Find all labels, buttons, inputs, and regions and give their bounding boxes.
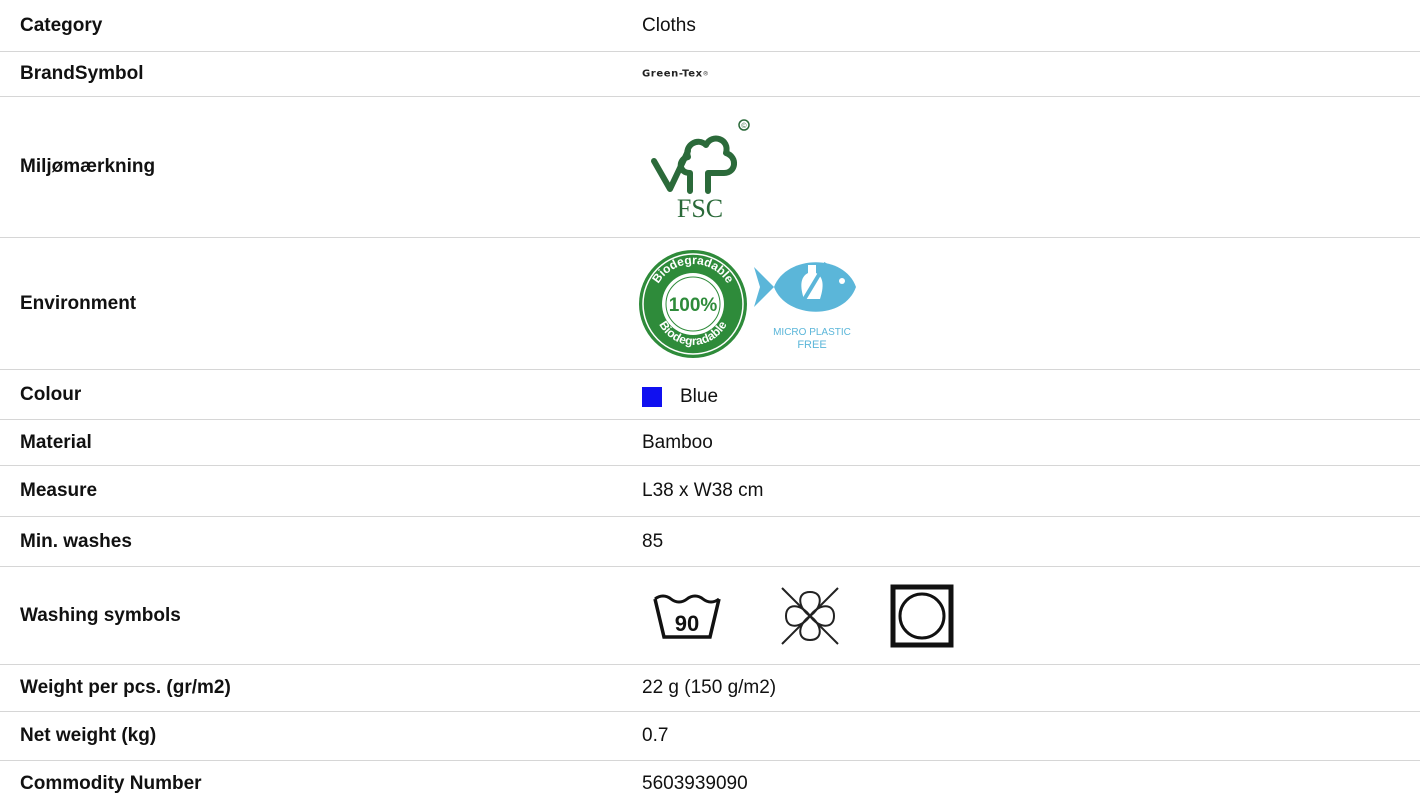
fsc-tree-icon: © FSC <box>651 119 750 223</box>
spec-row-miljomaerkning: Miljømærkning © FSC <box>0 97 1420 238</box>
spec-label: Environment <box>20 292 137 314</box>
spec-value: 5603939090 <box>642 773 748 795</box>
spec-row-category: Category Cloths <box>0 0 1420 52</box>
wash-90-icon: 90 <box>653 594 721 639</box>
spec-label: Material <box>20 431 92 453</box>
spec-row-net-weight: Net weight (kg) 0.7 <box>0 712 1420 761</box>
spec-label: Commodity Number <box>20 773 202 795</box>
spec-row-washing-symbols: Washing symbols 90 <box>0 567 1420 665</box>
colour-name: Blue <box>680 385 719 407</box>
spec-value: 0.7 <box>642 725 669 746</box>
spec-row-measure: Measure L38 x W38 cm <box>0 466 1420 517</box>
spec-row-colour: Colour Blue <box>0 370 1420 420</box>
colour-value: Blue <box>642 386 718 408</box>
spec-label: Category <box>20 14 103 36</box>
spec-label: Colour <box>20 383 82 405</box>
spec-label: BrandSymbol <box>20 63 144 84</box>
wash-temp: 90 <box>675 611 699 636</box>
spec-label: Min. washes <box>20 530 132 552</box>
brand-logo-mark: ® <box>702 70 710 78</box>
brand-logo-text: Green-Tex <box>642 68 703 80</box>
spec-row-weight-per-pcs: Weight per pcs. (gr/m2) 22 g (150 g/m2) <box>0 665 1420 712</box>
spec-row-commodity-number: Commodity Number 5603939090 <box>0 761 1420 801</box>
spec-label: Miljømærkning <box>20 156 156 177</box>
washing-symbols: 90 <box>652 584 954 648</box>
spec-value: L38 x W38 cm <box>642 480 764 501</box>
spec-label: Washing symbols <box>20 604 181 626</box>
fish-text-1: MICRO PLASTIC <box>773 327 851 338</box>
micro-plastic-free-fish-icon: MICRO PLASTIC FREE <box>754 261 856 351</box>
spec-row-material: Material Bamboo <box>0 420 1420 466</box>
spec-value: Cloths <box>642 14 696 36</box>
biodegradable-badge-icon: Biodegradable Biodegradable 100% <box>639 249 747 358</box>
spec-row-min-washes: Min. washes 85 <box>0 517 1420 567</box>
colour-swatch <box>642 386 662 407</box>
environment-badges: Biodegradable Biodegradable 100% MICRO P… <box>636 247 872 361</box>
do-not-dry-clean-icon <box>781 586 839 645</box>
brand-logo: Green-Tex ® <box>642 69 709 80</box>
fish-text-2: FREE <box>797 339 826 351</box>
spec-label: Measure <box>20 480 98 501</box>
spec-value: 22 g (150 g/m2) <box>642 677 777 698</box>
badge-percent: 100% <box>669 295 718 316</box>
spec-value: Bamboo <box>642 431 713 453</box>
fsc-mark: © <box>741 122 747 130</box>
spec-label: Net weight (kg) <box>20 725 157 746</box>
fsc-logo: © FSC <box>648 111 754 223</box>
spec-label: Weight per pcs. (gr/m2) <box>20 677 231 698</box>
tumble-dry-icon <box>890 584 954 647</box>
spec-row-environment: Environment Biodegradable Biodegradable … <box>0 238 1420 370</box>
spec-row-brandsymbol: BrandSymbol Green-Tex ® <box>0 52 1420 97</box>
spec-value: 85 <box>642 530 664 552</box>
product-spec-table: Category Cloths BrandSymbol Green-Tex ® M… <box>0 0 1420 801</box>
fsc-text: FSC <box>677 194 723 223</box>
